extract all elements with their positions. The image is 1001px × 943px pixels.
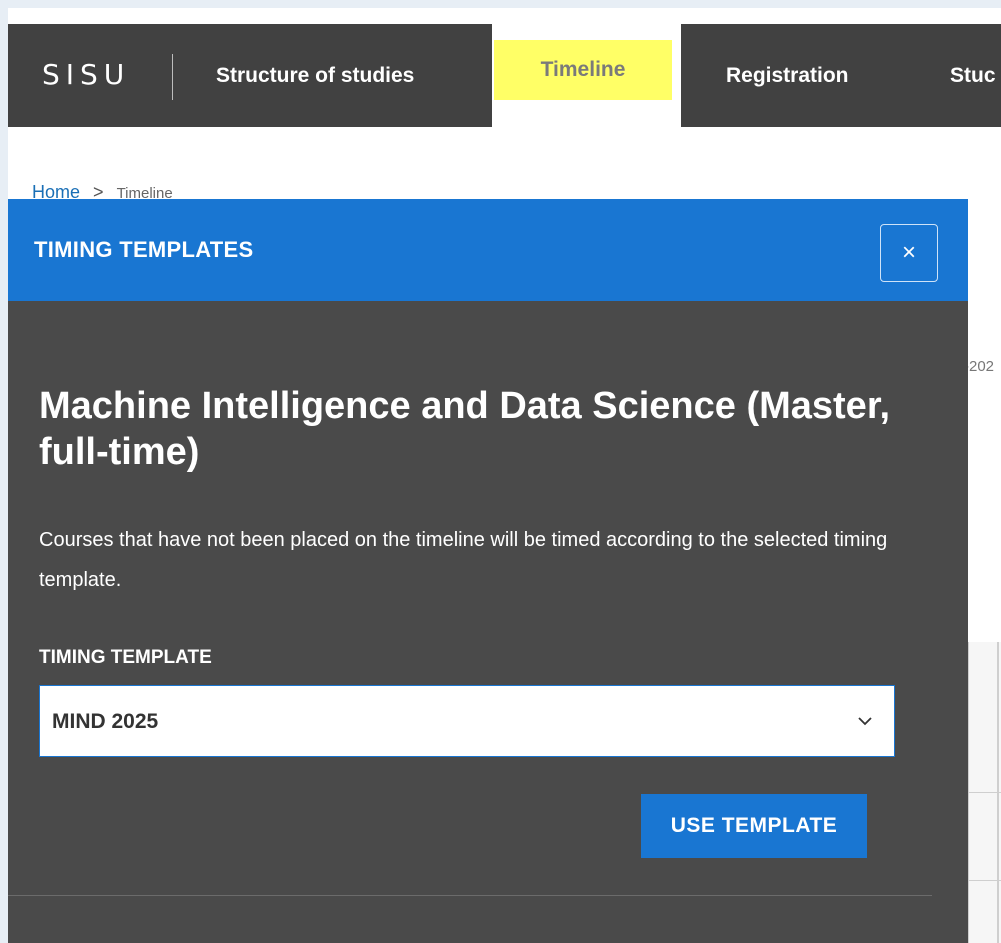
logo-divider — [172, 54, 173, 100]
program-title: Machine Intelligence and Data Science (M… — [39, 385, 891, 473]
modal-description: Courses that have not been placed on the… — [39, 529, 888, 591]
grid-line — [969, 880, 1001, 881]
background-timeline-grid — [968, 642, 1001, 943]
modal-title: TIMING TEMPLATES — [34, 237, 254, 262]
page: SISU Structure of studies Registration S… — [8, 8, 1001, 943]
timing-template-select[interactable]: MIND 2025 — [39, 685, 895, 757]
nav-registration[interactable]: Registration — [726, 24, 849, 127]
nav-studies-truncated[interactable]: Stuc — [950, 24, 996, 127]
background-year-text: -202 — [964, 358, 995, 375]
close-button[interactable]: × — [880, 224, 938, 282]
modal-divider — [8, 895, 932, 896]
nav-timeline-label[interactable]: Timeline — [494, 40, 672, 100]
timing-templates-modal: TIMING TEMPLATES × Machine Intelligence … — [8, 199, 968, 943]
selected-template-value: MIND 2025 — [52, 710, 159, 733]
grid-line — [969, 792, 1001, 793]
chevron-down-icon — [858, 717, 872, 726]
nav-structure-of-studies[interactable]: Structure of studies — [216, 24, 414, 127]
use-template-button[interactable]: USE TEMPLATE — [641, 794, 867, 858]
sisu-logo[interactable]: SISU — [42, 58, 130, 91]
timing-template-label: TIMING TEMPLATE — [39, 647, 212, 668]
top-navigation: SISU Structure of studies Registration S… — [8, 24, 1001, 127]
close-icon: × — [901, 239, 916, 266]
modal-header: TIMING TEMPLATES × — [8, 199, 968, 301]
